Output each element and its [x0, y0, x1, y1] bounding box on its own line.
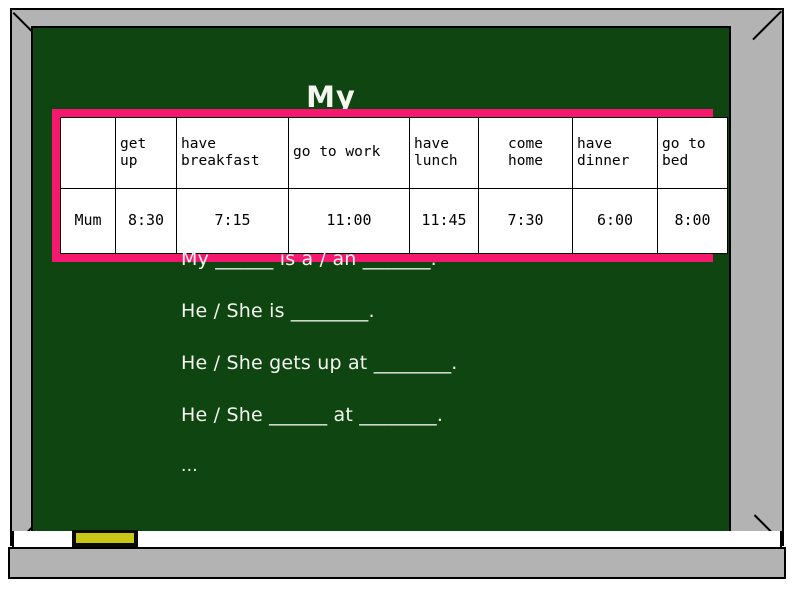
header-line: dinner: [577, 153, 630, 169]
header-line: get: [120, 135, 147, 152]
table-header-cell-go-to-work: go to work: [288, 117, 410, 189]
row-label-mum: Mum: [60, 188, 116, 254]
header-line: have: [414, 135, 449, 152]
eraser-felt: [76, 533, 134, 543]
header-line: come: [508, 135, 543, 152]
header-line: lunch: [414, 153, 458, 169]
table-header-cell-have-breakfast: have breakfast: [176, 117, 289, 189]
cell-go-to-bed-time: 8:00: [657, 188, 728, 254]
table-header-cell-get-up: get up: [115, 117, 177, 189]
sentence-line-ellipsis: ...: [181, 456, 198, 476]
table-header-cell-go-to-bed: go to bed: [657, 117, 728, 189]
cell-have-dinner-time: 6:00: [572, 188, 658, 254]
chalkboard-surface: My ______ get up have breakfast go to wo…: [31, 26, 731, 533]
chalk-ledge: [8, 547, 786, 579]
sentence-line-1: My ______ is a / an _______.: [181, 248, 437, 270]
table-header-cell-have-dinner: have dinner: [572, 117, 658, 189]
header-line: up: [120, 153, 138, 169]
table-header-cell-have-lunch: have lunch: [409, 117, 479, 189]
frame-corner-top-right: [752, 10, 782, 41]
table-row: Mum 8:30 7:15 11:00 11:45 7:30 6:00 8:00: [60, 188, 728, 254]
sentence-line-4: He / She ______ at ________.: [181, 404, 444, 426]
slide-canvas: My ______ get up have breakfast go to wo…: [0, 0, 794, 596]
header-line: go to: [662, 135, 706, 152]
schedule-table-container: get up have breakfast go to work have lu…: [52, 109, 728, 262]
table-header-row: get up have breakfast go to work have lu…: [60, 117, 728, 189]
ledge-bottom-highlight: [8, 579, 786, 582]
schedule-table: get up have breakfast go to work have lu…: [60, 117, 728, 254]
header-line: home: [508, 153, 543, 169]
header-line: go to work: [293, 144, 381, 161]
cell-go-to-work-time: 11:00: [288, 188, 410, 254]
header-line: breakfast: [181, 153, 260, 169]
header-line: have: [181, 135, 216, 152]
cell-get-up-time: 8:30: [115, 188, 177, 254]
cell-come-home-time: 7:30: [478, 188, 573, 254]
table-header-cell-blank: [60, 117, 116, 189]
header-line: have: [577, 135, 612, 152]
table-header-cell-come-home: come home: [478, 117, 573, 189]
cell-have-lunch-time: 11:45: [409, 188, 479, 254]
cell-have-breakfast-time: 7:15: [176, 188, 289, 254]
header-line: bed: [662, 153, 689, 169]
sentence-line-2: He / She is ________.: [181, 300, 375, 322]
sentence-prompt-list: My ______ is a / an _______. He / She is…: [181, 250, 721, 475]
sentence-line-3: He / She gets up at ________.: [181, 352, 458, 374]
